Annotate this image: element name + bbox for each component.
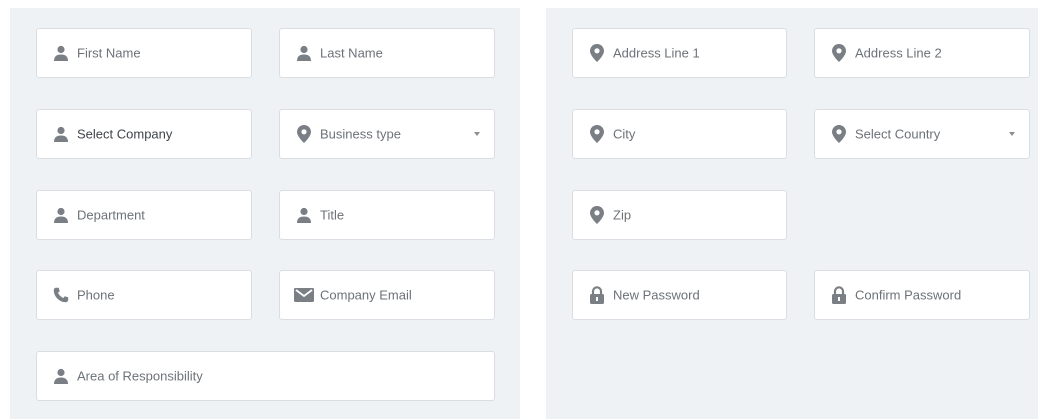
zip-placeholder: Zip <box>613 207 632 223</box>
select-company-field[interactable]: Select Company <box>36 109 252 159</box>
map-marker-icon <box>587 124 607 144</box>
map-marker-icon <box>587 205 607 225</box>
confirm-password-field[interactable]: Confirm Password <box>814 270 1030 320</box>
business-type-select[interactable]: Business type <box>279 109 495 159</box>
first-name-placeholder: First Name <box>77 45 141 61</box>
user-icon <box>294 43 314 63</box>
phone-placeholder: Phone <box>77 287 115 303</box>
user-icon <box>51 205 71 225</box>
title-field[interactable]: Title <box>279 190 495 240</box>
last-name-field[interactable]: Last Name <box>279 28 495 78</box>
left-form-panel: First Name Last Name Select Company Busi… <box>10 8 520 419</box>
user-icon <box>51 124 71 144</box>
new-password-placeholder: New Password <box>613 287 700 303</box>
caret-down-icon[interactable] <box>1009 132 1015 136</box>
new-password-field[interactable]: New Password <box>572 270 787 320</box>
lock-icon <box>587 285 607 305</box>
title-placeholder: Title <box>320 207 345 223</box>
city-placeholder: City <box>613 126 636 142</box>
select-country-select[interactable]: Select Country <box>814 109 1030 159</box>
user-icon <box>51 43 71 63</box>
map-marker-icon <box>829 43 849 63</box>
address-line-1-placeholder: Address Line 1 <box>613 45 700 61</box>
department-field[interactable]: Department <box>36 190 252 240</box>
lock-icon <box>829 285 849 305</box>
first-name-field[interactable]: First Name <box>36 28 252 78</box>
company-email-placeholder: Company Email <box>320 287 412 303</box>
area-of-responsibility-field[interactable]: Area of Responsibility <box>36 351 495 401</box>
last-name-placeholder: Last Name <box>320 45 383 61</box>
map-marker-icon <box>294 124 314 144</box>
zip-field[interactable]: Zip <box>572 190 787 240</box>
phone-field[interactable]: Phone <box>36 270 252 320</box>
department-placeholder: Department <box>77 207 145 223</box>
map-marker-icon <box>829 124 849 144</box>
city-field[interactable]: City <box>572 109 787 159</box>
business-type-placeholder: Business type <box>320 126 401 142</box>
map-marker-icon <box>587 43 607 63</box>
caret-down-icon[interactable] <box>474 132 480 136</box>
select-company-label: Select Company <box>77 126 173 142</box>
select-country-placeholder: Select Country <box>855 126 941 142</box>
right-form-panel: Address Line 1 Address Line 2 City Selec… <box>546 8 1038 419</box>
area-of-responsibility-placeholder: Area of Responsibility <box>77 368 203 384</box>
address-line-2-placeholder: Address Line 2 <box>855 45 942 61</box>
user-icon <box>294 205 314 225</box>
company-email-field[interactable]: Company Email <box>279 270 495 320</box>
phone-icon <box>51 285 71 305</box>
user-icon <box>51 366 71 386</box>
confirm-password-placeholder: Confirm Password <box>855 287 962 303</box>
address-line-1-field[interactable]: Address Line 1 <box>572 28 787 78</box>
envelope-icon <box>294 285 314 305</box>
address-line-2-field[interactable]: Address Line 2 <box>814 28 1030 78</box>
